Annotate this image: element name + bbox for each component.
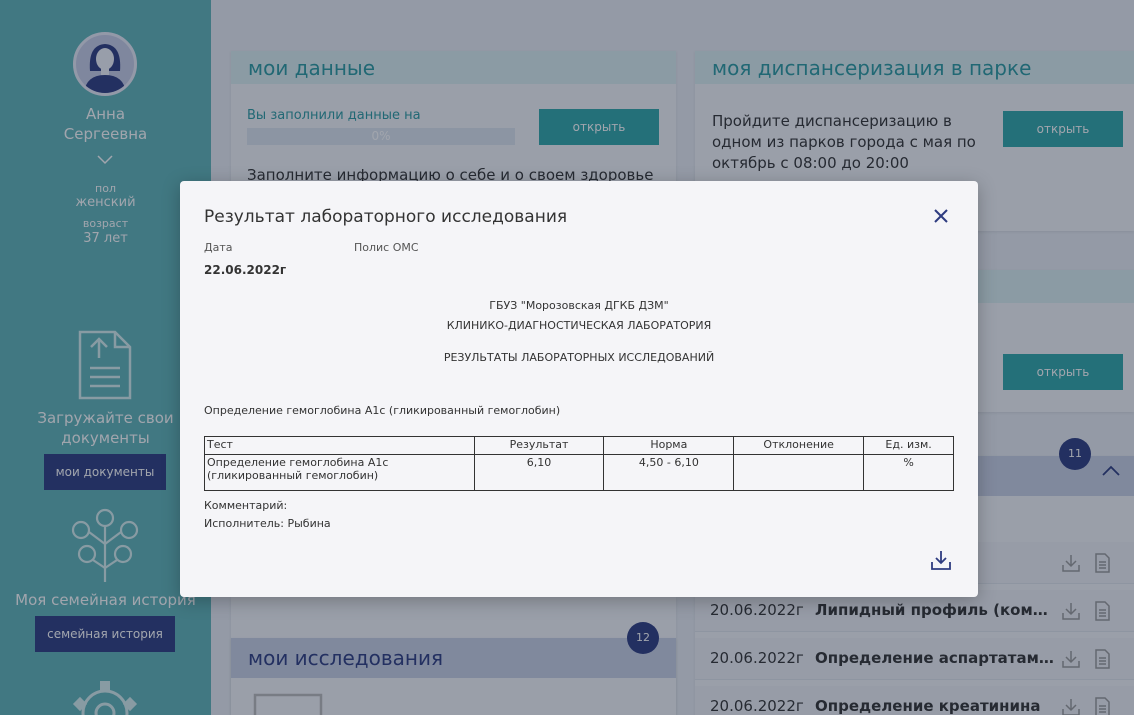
cell-norm: 4,50 - 6,10 bbox=[603, 454, 735, 491]
lab-result-modal: Результат лабораторного исследования Дат… bbox=[180, 181, 978, 597]
cell-deviation bbox=[733, 454, 865, 491]
lab-line: КЛИНИКО-ДИАГНОСТИЧЕСКАЯ ЛАБОРАТОРИЯ bbox=[446, 319, 712, 332]
cell-test: Определение гемоглобина А1с (гликированн… bbox=[204, 454, 475, 491]
column-header: Результат bbox=[473, 436, 605, 455]
column-header: Тест bbox=[204, 436, 475, 455]
download-icon[interactable] bbox=[930, 549, 952, 571]
test-heading: Определение гемоглобина А1с (гликированн… bbox=[204, 404, 561, 417]
column-header: Отклонение bbox=[733, 436, 865, 455]
column-header: Ед. изм. bbox=[863, 436, 954, 455]
cell-result: 6,10 bbox=[473, 454, 605, 491]
results-line: РЕЗУЛЬТАТЫ ЛАБОРАТОРНЫХ ИССЛЕДОВАНИЙ bbox=[443, 351, 715, 364]
column-header: Норма bbox=[603, 436, 735, 455]
performer-label: Исполнитель: Рыбина bbox=[204, 517, 331, 530]
date-label: Дата bbox=[204, 241, 233, 254]
comment-label: Комментарий: bbox=[204, 499, 288, 512]
policy-label: Полис ОМС bbox=[354, 241, 419, 254]
date-value: 22.06.2022г bbox=[204, 263, 287, 277]
close-icon[interactable] bbox=[932, 207, 950, 225]
cell-unit: % bbox=[863, 454, 954, 491]
results-table: Тест Результат Норма Отклонение Ед. изм.… bbox=[204, 436, 954, 491]
modal-title: Результат лабораторного исследования bbox=[204, 207, 568, 227]
org-line: ГБУЗ "Морозовская ДГКБ ДЗМ" bbox=[489, 299, 669, 312]
table-header-row: Тест Результат Норма Отклонение Ед. изм. bbox=[204, 436, 954, 455]
table-row: Определение гемоглобина А1с (гликированн… bbox=[204, 454, 954, 491]
